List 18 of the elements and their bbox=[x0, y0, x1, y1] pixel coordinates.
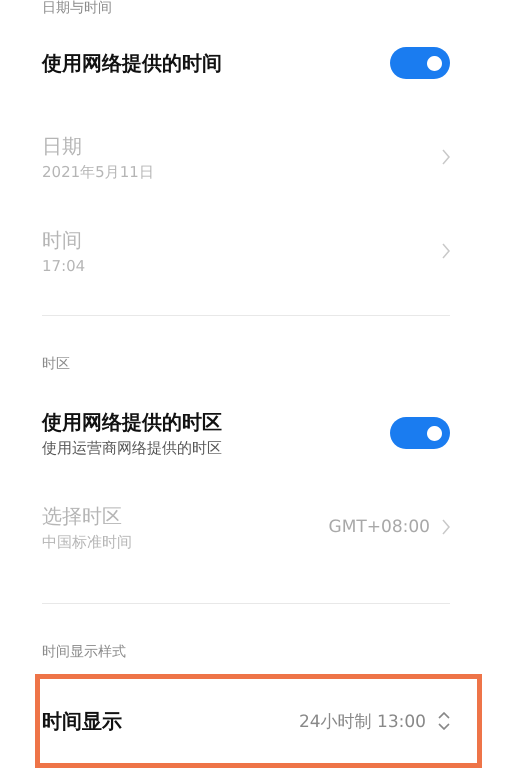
section-header: 时间显示样式 bbox=[42, 644, 127, 660]
setting-title[interactable]: 使用网络提供的时区 bbox=[42, 408, 222, 434]
setting-title[interactable]: 使用网络提供的时间 bbox=[42, 50, 222, 76]
setting-subtitle: 使用运营商网络提供的时区 bbox=[42, 438, 222, 458]
section-header: 日期与时间 bbox=[42, 0, 113, 16]
setting-value: GMT+08:00 bbox=[328, 517, 430, 537]
toggle-switch[interactable] bbox=[390, 47, 450, 79]
section-header: 时区 bbox=[42, 356, 71, 372]
setting-subtitle: 17:04 bbox=[42, 256, 86, 276]
chevron-right-icon bbox=[442, 243, 450, 259]
chevron-right-icon bbox=[442, 519, 450, 535]
setting-title[interactable]: 时间显示 bbox=[42, 708, 122, 734]
setting-subtitle: 中国标准时间 bbox=[42, 532, 132, 552]
up-down-arrows-icon bbox=[438, 712, 450, 730]
chevron-right-icon bbox=[442, 149, 450, 165]
setting-value: 24小时制 13:00 bbox=[298, 710, 426, 732]
toggle-switch[interactable] bbox=[390, 417, 450, 449]
setting-subtitle: 2021年5月11日 bbox=[42, 162, 154, 182]
